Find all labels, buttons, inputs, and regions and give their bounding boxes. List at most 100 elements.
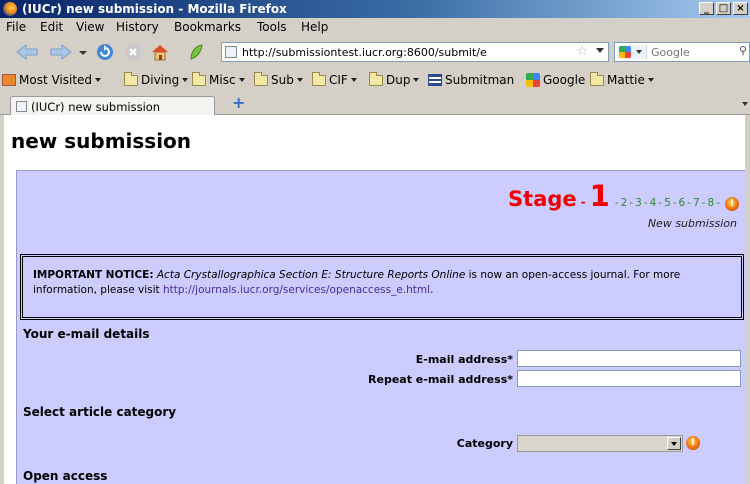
bookmark-label: Google: [543, 73, 586, 87]
email-field[interactable]: [517, 350, 741, 367]
stage-link-8[interactable]: 8: [708, 197, 715, 209]
bookmark-label: Misc: [209, 73, 236, 87]
repeat-email-field[interactable]: [517, 370, 741, 387]
category-select[interactable]: [517, 435, 683, 452]
maximize-button[interactable]: □: [716, 2, 731, 15]
email-section-heading: Your e-mail details: [23, 327, 150, 341]
stage-link-4[interactable]: 4: [650, 197, 657, 209]
window-titlebar: (IUCr) new submission - Mozilla Firefox …: [0, 0, 750, 18]
stage-separator: -: [672, 197, 677, 209]
menu-history[interactable]: History: [116, 20, 159, 34]
folder-icon: [254, 71, 268, 86]
firefox-icon: [3, 2, 17, 16]
stop-icon: [125, 44, 141, 60]
chevron-down-icon: [238, 78, 245, 82]
category-label: Category: [456, 437, 513, 450]
stage-link-5[interactable]: 5: [664, 197, 671, 209]
chevron-down-icon: [182, 78, 189, 82]
chevron-down-icon: [350, 78, 357, 82]
chevron-down-icon: [667, 437, 681, 450]
bookmark-most-visited[interactable]: Most Visited: [2, 73, 102, 87]
tab-list-dropdown-icon[interactable]: [742, 102, 748, 106]
bookmark-label: Dup: [386, 73, 411, 87]
bookmark-folder-sub[interactable]: Sub: [254, 71, 303, 87]
url-input[interactable]: [242, 44, 582, 60]
stage-link-7[interactable]: 7: [693, 197, 700, 209]
forward-arrow-icon: [50, 44, 72, 60]
stage-link-3[interactable]: 3: [635, 197, 642, 209]
bookmarks-toolbar: Most Visited Diving Misc Sub CIF Dup Sub…: [0, 70, 750, 92]
search-input[interactable]: [651, 45, 731, 59]
tab-strip: (IUCr) new submission +: [0, 94, 750, 116]
notice-prefix: IMPORTANT NOTICE:: [33, 269, 154, 281]
stage-link-6[interactable]: 6: [679, 197, 686, 209]
bookmark-label: CIF: [329, 73, 348, 87]
chevron-down-icon: [413, 78, 420, 82]
stage-separator: -: [643, 197, 648, 209]
search-engine-selector[interactable]: [617, 45, 647, 59]
tab-iucr-new-submission[interactable]: (IUCr) new submission: [10, 96, 215, 116]
menu-view[interactable]: View: [76, 20, 104, 34]
page-content: new submission Stage - 1 - 2 - 3 - 4 - 5…: [0, 115, 750, 484]
notice-text-end: .: [430, 284, 434, 296]
bookmark-label: Most Visited: [19, 73, 93, 87]
bookmark-folder-cif[interactable]: CIF: [312, 71, 357, 87]
folder-icon: [192, 71, 206, 86]
bookmark-folder-mattie[interactable]: Mattie: [590, 71, 654, 87]
chevron-down-icon: [636, 50, 642, 54]
chevron-down-icon: [95, 78, 102, 82]
forward-button[interactable]: [50, 44, 72, 60]
bookmarklet-button[interactable]: [188, 43, 204, 61]
chevron-down-icon: [647, 78, 654, 82]
back-button[interactable]: [16, 44, 38, 60]
home-button[interactable]: [150, 43, 170, 61]
category-help-icon[interactable]: !: [686, 436, 700, 450]
bookmark-folder-diving[interactable]: Diving: [124, 71, 189, 87]
close-button[interactable]: ×: [733, 2, 748, 15]
bookmark-label: Mattie: [607, 73, 645, 87]
stage-separator: -: [614, 197, 619, 209]
stage-separator: -: [716, 197, 720, 209]
menu-file[interactable]: File: [6, 20, 26, 34]
bookmark-google[interactable]: Google: [526, 73, 585, 87]
submission-form: Stage - 1 - 2 - 3 - 4 - 5 - 6 - 7 - 8 - …: [16, 170, 745, 484]
menu-bar: File Edit View History Bookmarks Tools H…: [0, 18, 750, 36]
search-icon[interactable]: ⚲: [739, 44, 747, 57]
stage-label: Stage: [508, 187, 577, 211]
open-access-link[interactable]: http://journals.iucr.org/services/openac…: [163, 284, 430, 296]
help-icon[interactable]: !: [725, 197, 739, 211]
tab-label: (IUCr) new submission: [31, 100, 161, 114]
bookmark-label: Sub: [271, 73, 294, 87]
leaf-icon: [190, 44, 203, 60]
folder-icon: [369, 71, 383, 86]
menu-help[interactable]: Help: [301, 20, 328, 34]
search-bar[interactable]: ⚲: [614, 42, 750, 62]
bookmark-submitman[interactable]: Submitman: [428, 73, 514, 87]
history-dropdown-button[interactable]: [78, 44, 88, 60]
menu-tools[interactable]: Tools: [257, 20, 287, 34]
window-controls: _ □ ×: [699, 2, 748, 15]
stage-link-2[interactable]: 2: [621, 197, 628, 209]
back-arrow-icon: [16, 44, 38, 60]
new-tab-button[interactable]: +: [232, 95, 248, 112]
bookmark-star-icon[interactable]: ☆: [576, 44, 588, 59]
stage-separator: -: [658, 197, 663, 209]
reload-button[interactable]: [96, 43, 114, 61]
stop-button[interactable]: [124, 43, 142, 61]
stage-indicator: Stage - 1 - 2 - 3 - 4 - 5 - 6 - 7 - 8 - …: [508, 179, 739, 213]
page-icon: [16, 101, 27, 112]
bookmark-folder-misc[interactable]: Misc: [192, 71, 245, 87]
window-title: (IUCr) new submission - Mozilla Firefox: [22, 2, 287, 16]
page-icon: [225, 46, 237, 58]
email-label: E-mail address*: [415, 353, 513, 366]
menu-bookmarks[interactable]: Bookmarks: [174, 20, 241, 34]
chevron-down-icon: [79, 51, 87, 55]
bookmark-label: Submitman: [445, 73, 515, 87]
url-history-dropdown-icon[interactable]: [596, 48, 604, 53]
folder-icon: [590, 71, 604, 86]
address-bar[interactable]: ☆: [221, 42, 609, 62]
bookmark-label: Diving: [141, 73, 180, 87]
menu-edit[interactable]: Edit: [40, 20, 63, 34]
minimize-button[interactable]: _: [699, 2, 714, 15]
bookmark-folder-dup[interactable]: Dup: [369, 71, 420, 87]
